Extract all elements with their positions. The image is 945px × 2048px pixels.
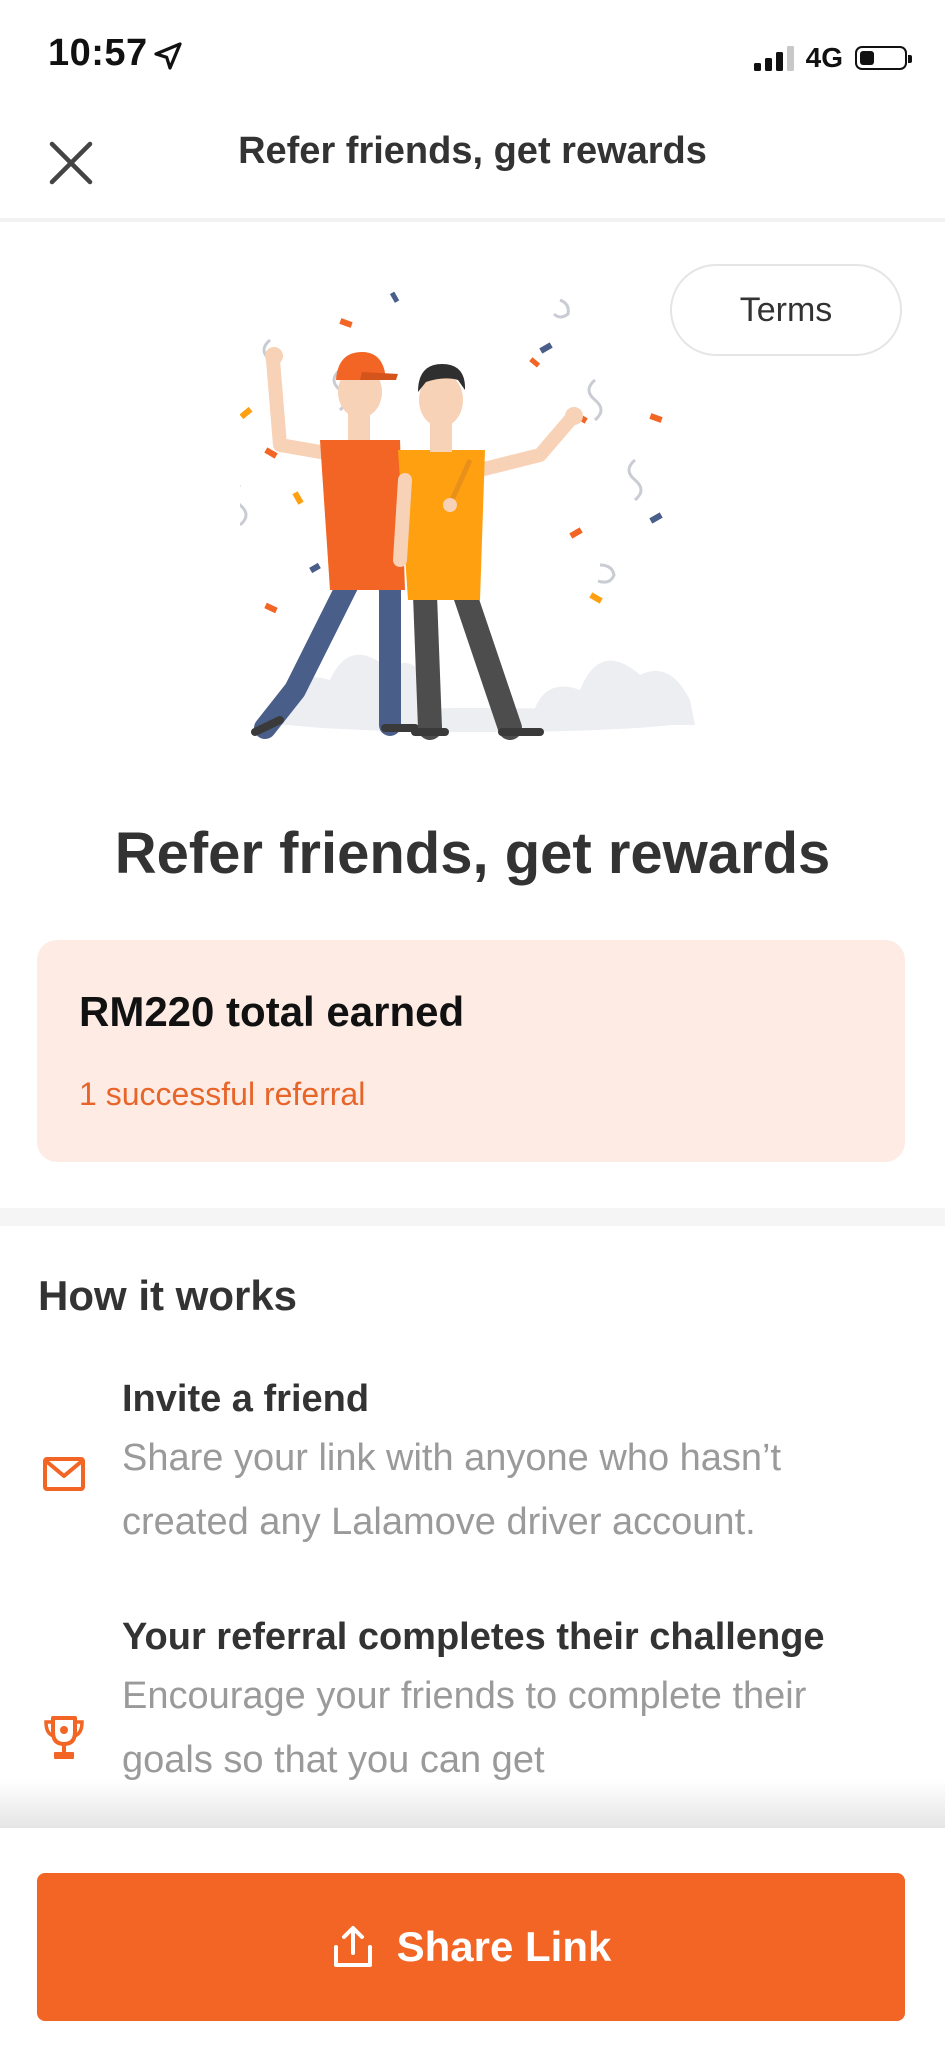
nav-bar: Refer friends, get rewards — [0, 110, 945, 222]
earnings-card: RM220 total earned 1 successful referral — [37, 940, 905, 1162]
total-earned: RM220 total earned — [79, 988, 465, 1035]
nav-title: Refer friends, get rewards — [238, 130, 707, 172]
network-label: 4G — [805, 42, 843, 73]
trophy-icon — [40, 1714, 88, 1762]
signal-icon — [753, 45, 794, 71]
how-it-works-heading: How it works — [38, 1272, 298, 1319]
scroll-fade — [0, 1780, 945, 1830]
location-arrow-icon — [154, 42, 182, 70]
share-link-label: Share Link — [396, 1923, 612, 1970]
step-description: Share your link with anyone who hasn’t c… — [122, 1437, 782, 1543]
battery-icon — [855, 46, 912, 70]
step-title: Your referral completes their challenge — [122, 1616, 825, 1658]
step-title: Invite a friend — [122, 1378, 370, 1420]
friends-celebration-illustration — [240, 291, 695, 740]
status-time: 10:57 — [48, 32, 148, 74]
section-divider — [0, 1208, 945, 1226]
page-heading: Refer friends, get rewards — [114, 821, 831, 886]
mail-icon — [40, 1450, 88, 1498]
referral-count: 1 successful referral — [79, 1076, 366, 1112]
share-icon — [333, 1926, 372, 1967]
status-bar: 10:57 4G — [0, 0, 945, 110]
step-description: Encourage your friends to complete their… — [122, 1675, 807, 1781]
share-link-button[interactable]: Share Link — [37, 1873, 905, 2021]
